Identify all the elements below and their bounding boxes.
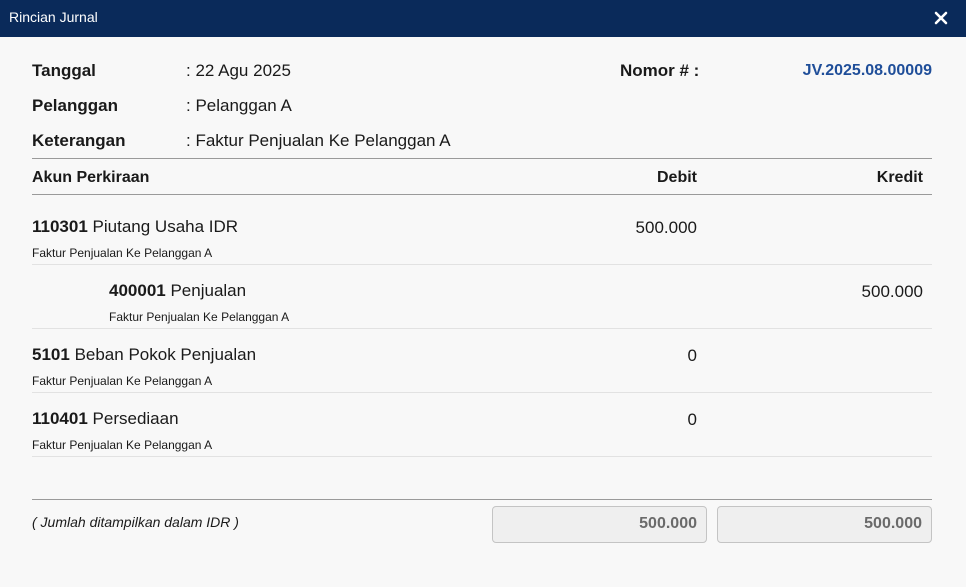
dialog-title: Rincian Jurnal <box>9 9 98 25</box>
row-description: Faktur Penjualan Ke Pelanggan A <box>32 246 213 260</box>
account-code: 110301 <box>32 217 88 236</box>
total-debit-field: 500.000 <box>492 506 707 543</box>
debit-value: 0 <box>687 346 697 365</box>
column-header-debit: Debit <box>657 169 697 186</box>
table-header: Akun Perkiraan Debit Kredit <box>32 158 932 195</box>
account-cell: 400001 Penjualan <box>109 281 246 301</box>
column-header-kredit: Kredit <box>876 169 923 186</box>
account-name: Piutang Usaha IDR <box>92 217 239 236</box>
account-name: Persediaan <box>92 409 179 428</box>
account-cell: 5101 Beban Pokok Penjualan <box>32 345 256 365</box>
table-row: 5101 Beban Pokok Penjualan Faktur Penjua… <box>32 329 932 393</box>
account-cell: 110401 Persediaan <box>32 409 179 429</box>
debit-value: 500.000 <box>635 218 697 237</box>
account-cell: 110301 Piutang Usaha IDR <box>32 217 238 237</box>
dialog-titlebar: Rincian Jurnal <box>0 0 966 37</box>
pelanggan-label: Pelanggan <box>32 96 118 115</box>
row-description: Faktur Penjualan Ke Pelanggan A <box>32 438 213 452</box>
dialog-body: Tanggal : 22 Agu 2025 Nomor # : JV.2025.… <box>0 37 966 587</box>
debit-value: 0 <box>687 410 697 429</box>
tanggal-label: Tanggal <box>32 61 96 80</box>
account-code: 5101 <box>32 345 70 364</box>
total-credit-field: 500.000 <box>717 506 932 543</box>
nomor-label: Nomor # : <box>620 61 700 80</box>
tanggal-value: : 22 Agu 2025 <box>186 61 291 80</box>
account-code: 400001 <box>109 281 166 300</box>
pelanggan-value: : Pelanggan A <box>186 96 292 115</box>
nomor-link[interactable]: JV.2025.08.00009 <box>803 62 932 80</box>
column-header-akun: Akun Perkiraan <box>32 169 150 186</box>
table-row: 110301 Piutang Usaha IDR Faktur Penjuala… <box>32 201 932 265</box>
account-name: Beban Pokok Penjualan <box>74 345 257 364</box>
currency-note: ( Jumlah ditampilkan dalam IDR ) <box>32 514 239 530</box>
row-description: Faktur Penjualan Ke Pelanggan A <box>32 374 213 388</box>
row-description: Faktur Penjualan Ke Pelanggan A <box>109 310 290 324</box>
footer-divider <box>32 499 932 500</box>
credit-value: 500.000 <box>861 282 923 301</box>
account-code: 110401 <box>32 409 88 428</box>
keterangan-value: : Faktur Penjualan Ke Pelanggan A <box>186 131 451 150</box>
close-icon[interactable] <box>930 7 952 29</box>
table-row: 110401 Persediaan Faktur Penjualan Ke Pe… <box>32 393 932 457</box>
account-name: Penjualan <box>170 281 247 300</box>
table-row: 400001 Penjualan Faktur Penjualan Ke Pel… <box>32 265 932 329</box>
keterangan-label: Keterangan <box>32 131 126 150</box>
